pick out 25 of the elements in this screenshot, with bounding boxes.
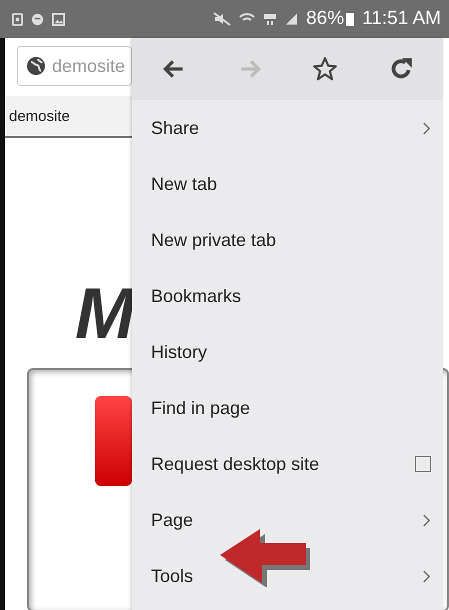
menu-item[interactable]: History <box>151 342 208 362</box>
network-4g-icon <box>263 12 278 26</box>
chevron-right-icon <box>422 120 431 136</box>
signal-icon <box>285 12 298 26</box>
menu-item[interactable]: New tab <box>151 174 218 194</box>
battery-icon <box>346 12 354 26</box>
mute-icon <box>213 12 232 26</box>
checkbox[interactable] <box>415 456 431 472</box>
menu-item[interactable]: Tools <box>151 566 194 586</box>
menu-item[interactable]: Share <box>151 118 200 138</box>
chevron-right-icon <box>422 512 431 528</box>
menu-item[interactable]: Find in page <box>151 398 250 418</box>
clock: 11:51 AM <box>362 8 441 30</box>
url-text: demosite <box>52 56 126 76</box>
battery-percentage: 86% <box>306 8 344 30</box>
menu-item[interactable]: New private tab <box>151 230 276 250</box>
menu-item[interactable]: Request desktop site <box>151 454 320 474</box>
menu-item[interactable]: Bookmarks <box>151 286 242 306</box>
chevron-right-icon <box>422 568 431 584</box>
page-heading: M <box>75 278 132 350</box>
screenshot-icon <box>12 12 23 26</box>
globe-icon <box>26 56 46 76</box>
menu-item[interactable]: Page <box>151 510 194 530</box>
page-tab[interactable]: demosite <box>5 96 132 138</box>
image-icon <box>52 12 65 26</box>
